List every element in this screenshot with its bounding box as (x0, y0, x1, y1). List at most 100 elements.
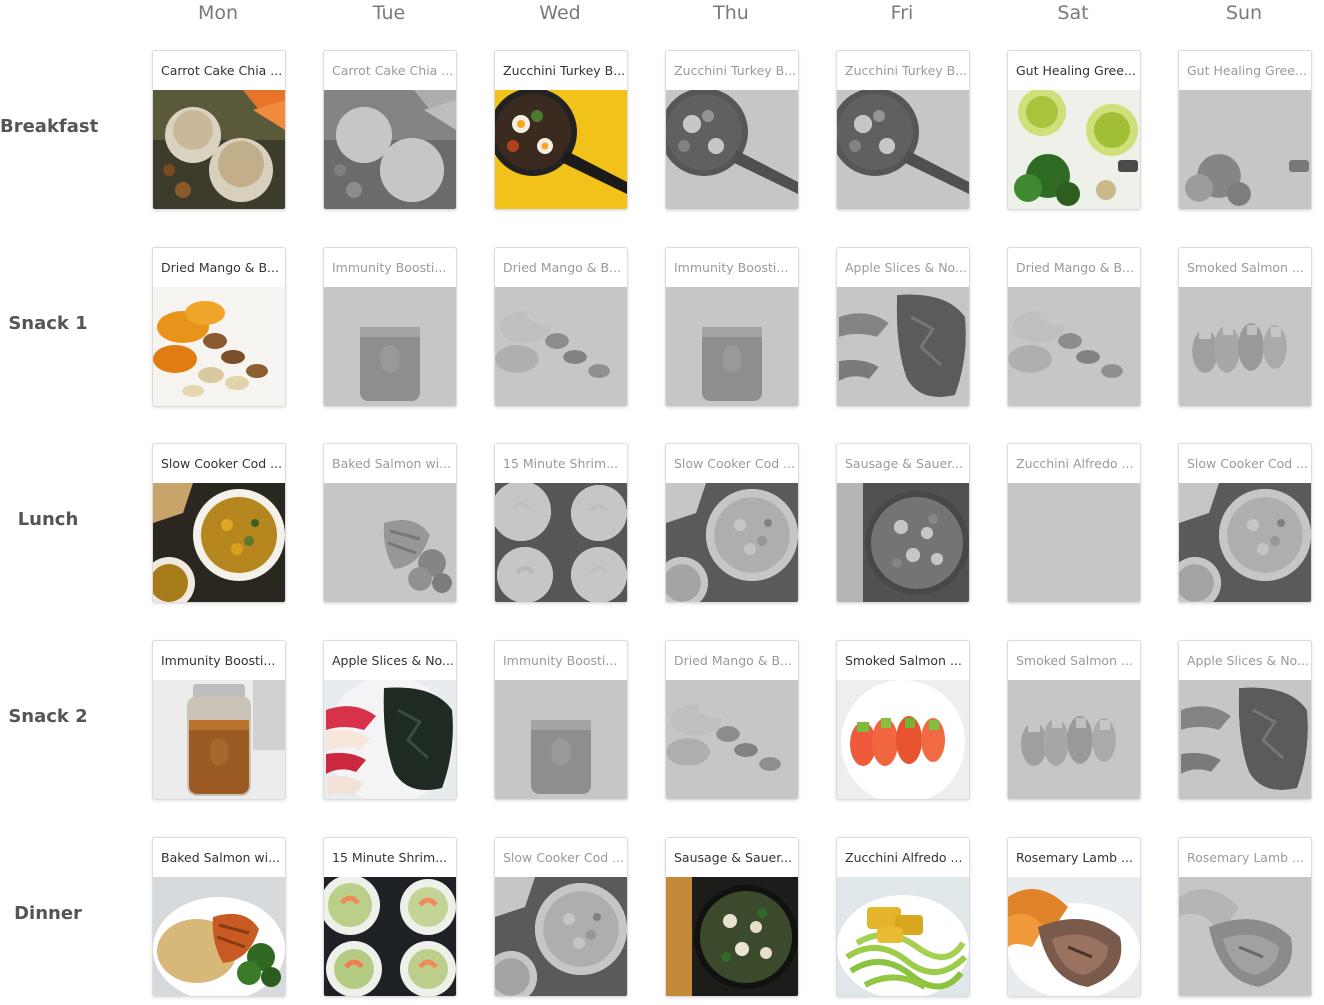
day-header-sat: Sat (1057, 2, 1089, 24)
recipe-title: Dried Mango & B... (674, 653, 792, 668)
sausage-skillet-photo (666, 877, 798, 996)
recipe-title: Rosemary Lamb ... (1016, 850, 1133, 865)
recipe-card[interactable]: Slow Cooker Cod ... (152, 443, 286, 603)
recipe-card[interactable]: 15 Minute Shrim... (494, 443, 628, 603)
meal-label-snack-2: Snack 2 (8, 706, 88, 727)
recipe-title: Rosemary Lamb ... (1187, 850, 1304, 865)
recipe-title: Smoked Salmon ... (845, 653, 962, 668)
day-header-tue: Tue (372, 2, 406, 24)
recipe-card[interactable]: Carrot Cake Chia ... (323, 50, 457, 210)
recipe-card[interactable]: Baked Salmon wi... (323, 443, 457, 603)
zucchini-noodles-photo (1008, 483, 1140, 602)
recipe-title: Smoked Salmon ... (1016, 653, 1133, 668)
skillet-photo (837, 90, 969, 209)
recipe-title: 15 Minute Shrim... (332, 850, 448, 865)
recipe-title: 15 Minute Shrim... (503, 456, 619, 471)
recipe-card[interactable]: 15 Minute Shrim... (323, 837, 457, 997)
recipe-title: Sausage & Sauer... (845, 456, 964, 471)
recipe-title: Apple Slices & No... (845, 260, 967, 275)
green-smoothie-photo (1008, 90, 1140, 209)
recipe-title: Gut Healing Gree... (1016, 63, 1136, 78)
zucchini-noodles-photo (837, 877, 969, 996)
recipe-card[interactable]: Slow Cooker Cod ... (665, 443, 799, 603)
recipe-title: Dried Mango & B... (1016, 260, 1134, 275)
green-smoothie-photo (1179, 90, 1311, 209)
skillet-photo (495, 90, 627, 209)
broth-jar-photo (666, 287, 798, 406)
recipe-title: Sausage & Sauer... (674, 850, 793, 865)
recipe-card[interactable]: Carrot Cake Chia ... (152, 50, 286, 210)
meal-label-snack-1: Snack 1 (8, 313, 88, 334)
skillet-photo (666, 90, 798, 209)
recipe-card[interactable]: Baked Salmon wi... (152, 837, 286, 997)
broth-jar-photo (153, 680, 285, 799)
salmon-rolls-photo (1008, 680, 1140, 799)
recipe-title: Zucchini Turkey B... (503, 63, 626, 78)
recipe-title: Zucchini Turkey B... (674, 63, 797, 78)
recipe-card[interactable]: Zucchini Alfredo ... (1007, 443, 1141, 603)
day-header-wed: Wed (539, 2, 581, 24)
recipe-card[interactable]: Slow Cooker Cod ... (494, 837, 628, 997)
recipe-card[interactable]: Zucchini Turkey B... (494, 50, 628, 210)
recipe-title: Zucchini Alfredo ... (845, 850, 963, 865)
broth-jar-photo (495, 680, 627, 799)
day-header-thu: Thu (713, 2, 749, 24)
recipe-title: Immunity Boosti... (332, 260, 447, 275)
baked-salmon-photo (324, 483, 456, 602)
cod-stew-photo (495, 877, 627, 996)
recipe-card[interactable]: Dried Mango & B... (494, 247, 628, 407)
recipe-card[interactable]: Sausage & Sauer... (665, 837, 799, 997)
recipe-title: Immunity Boosti... (161, 653, 276, 668)
sausage-skillet-photo (837, 483, 969, 602)
recipe-card[interactable]: Rosemary Lamb ... (1007, 837, 1141, 997)
recipe-card[interactable]: Apple Slices & No... (836, 247, 970, 407)
recipe-card[interactable]: Immunity Boosti... (494, 640, 628, 800)
recipe-card[interactable]: Dried Mango & B... (665, 640, 799, 800)
recipe-title: Immunity Boosti... (503, 653, 618, 668)
recipe-card[interactable]: Apple Slices & No... (1178, 640, 1312, 800)
recipe-title: Zucchini Turkey B... (845, 63, 968, 78)
recipe-title: Dried Mango & B... (503, 260, 621, 275)
apple-nori-photo (1179, 680, 1311, 799)
recipe-title: Immunity Boosti... (674, 260, 789, 275)
recipe-title: Slow Cooker Cod ... (674, 456, 796, 471)
recipe-title: Slow Cooker Cod ... (1187, 456, 1309, 471)
recipe-card[interactable]: Zucchini Alfredo ... (836, 837, 970, 997)
recipe-title: Apple Slices & No... (332, 653, 454, 668)
recipe-card[interactable]: Smoked Salmon ... (1178, 247, 1312, 407)
lamb-chop-photo (1179, 877, 1311, 996)
recipe-title: Apple Slices & No... (1187, 653, 1309, 668)
lamb-chop-photo (1008, 877, 1140, 996)
meal-label-breakfast: Breakfast (0, 116, 99, 137)
recipe-card[interactable]: Apple Slices & No... (323, 640, 457, 800)
recipe-card[interactable]: Gut Healing Gree... (1007, 50, 1141, 210)
broth-jar-photo (324, 287, 456, 406)
cod-stew-photo (666, 483, 798, 602)
recipe-card[interactable]: Rosemary Lamb ... (1178, 837, 1312, 997)
apple-nori-photo (324, 680, 456, 799)
recipe-card[interactable]: Sausage & Sauer... (836, 443, 970, 603)
salmon-rolls-photo (1179, 287, 1311, 406)
recipe-card[interactable]: Smoked Salmon ... (836, 640, 970, 800)
recipe-title: Slow Cooker Cod ... (503, 850, 625, 865)
recipe-card[interactable]: Gut Healing Gree... (1178, 50, 1312, 210)
recipe-card[interactable]: Immunity Boosti... (323, 247, 457, 407)
recipe-card[interactable]: Immunity Boosti... (152, 640, 286, 800)
mango-nuts-photo (153, 287, 285, 406)
recipe-card[interactable]: Zucchini Turkey B... (665, 50, 799, 210)
recipe-card[interactable]: Dried Mango & B... (1007, 247, 1141, 407)
recipe-card[interactable]: Slow Cooker Cod ... (1178, 443, 1312, 603)
recipe-card[interactable]: Smoked Salmon ... (1007, 640, 1141, 800)
shrimp-bowls-photo (324, 877, 456, 996)
meal-label-lunch: Lunch (17, 509, 79, 530)
recipe-title: Baked Salmon wi... (332, 456, 452, 471)
recipe-title: Smoked Salmon ... (1187, 260, 1304, 275)
day-header-fri: Fri (890, 2, 914, 24)
chia-pudding-photo (324, 90, 456, 209)
recipe-card[interactable]: Immunity Boosti... (665, 247, 799, 407)
day-header-sun: Sun (1225, 2, 1263, 24)
recipe-card[interactable]: Zucchini Turkey B... (836, 50, 970, 210)
recipe-title: Zucchini Alfredo ... (1016, 456, 1134, 471)
recipe-title: Carrot Cake Chia ... (332, 63, 454, 78)
recipe-card[interactable]: Dried Mango & B... (152, 247, 286, 407)
